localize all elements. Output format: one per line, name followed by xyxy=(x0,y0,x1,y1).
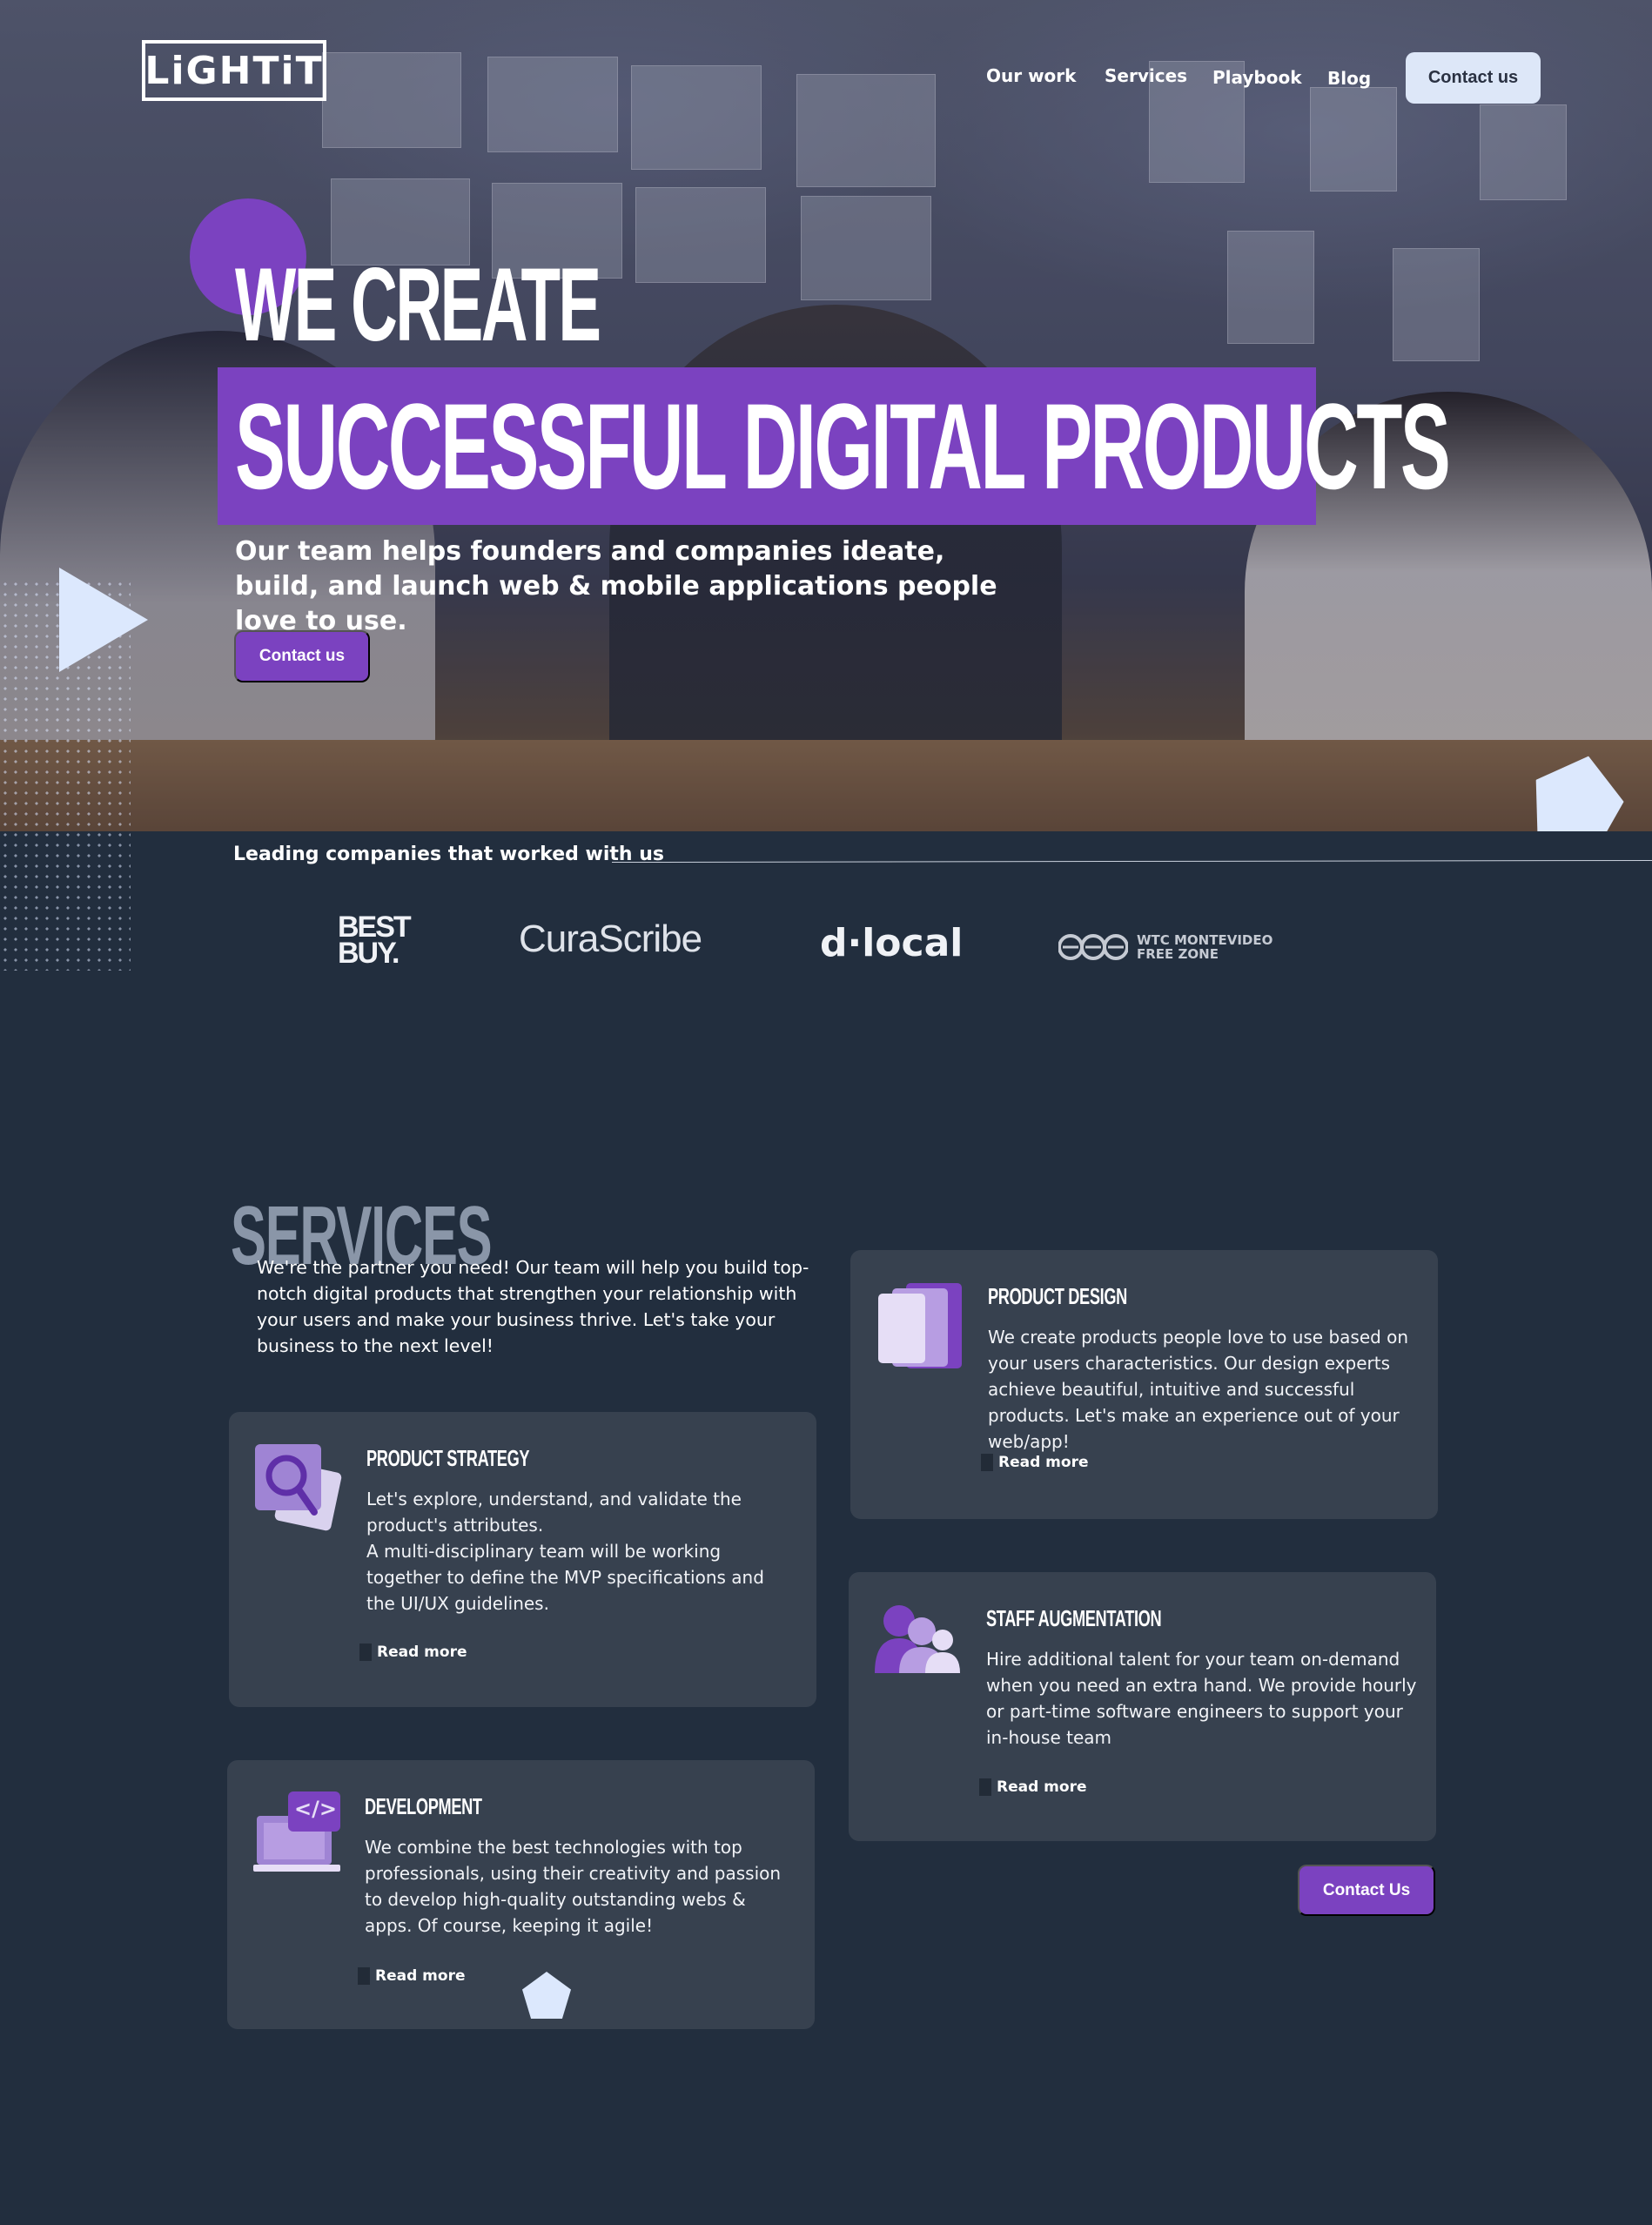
card-title: PRODUCT DESIGN xyxy=(988,1283,1127,1309)
wtc-globe-icon xyxy=(1058,934,1128,960)
services-contact-button[interactable]: Contact Us xyxy=(1298,1865,1435,1916)
magnifier-icon xyxy=(255,1444,342,1535)
service-card-development: </> DEVELOPMENT We combine the best tech… xyxy=(227,1760,815,2029)
wtc-line1: WTC MONTEVIDEO xyxy=(1137,932,1273,948)
bestbuy-line2: BUY. xyxy=(338,937,400,970)
people-group-icon xyxy=(875,1603,962,1694)
partners-divider xyxy=(612,859,1652,864)
card-title: STAFF AUGMENTATION xyxy=(986,1605,1162,1631)
nav-blog[interactable]: Blog xyxy=(1327,68,1371,89)
logo-text: LiGHTiT xyxy=(144,48,324,93)
service-card-staff-augmentation: STAFF AUGMENTATION Hire additional talen… xyxy=(849,1572,1436,1841)
partners-label: Leading companies that worked with us xyxy=(233,844,665,865)
card-text: Hire additional talent for your team on-… xyxy=(986,1649,1417,1748)
bestbuy-logo: BEST BUY. xyxy=(338,912,412,970)
service-card-product-design: PRODUCT DESIGN We create products people… xyxy=(850,1250,1438,1519)
header-contact-button[interactable]: Contact us xyxy=(1406,52,1541,104)
lightit-logo[interactable]: LiGHTiT xyxy=(142,40,326,101)
nav-playbook[interactable]: Playbook xyxy=(1212,67,1302,88)
hero-section: LiGHTiT Our work Services Playbook Blog … xyxy=(0,0,1652,831)
card-text: We create products people love to use ba… xyxy=(988,1327,1409,1452)
hero-subtitle: Our team helps founders and companies id… xyxy=(235,536,997,636)
read-more-link[interactable]: Read more xyxy=(358,1967,466,1985)
card-title: DEVELOPMENT xyxy=(365,1793,482,1819)
laptop-code-icon: </> xyxy=(253,1791,340,1882)
read-more-link[interactable]: Read more xyxy=(981,1454,1089,1471)
wtc-montevideo-logo: WTC MONTEVIDEO FREE ZONE xyxy=(1058,930,1273,965)
dlocal-logo: d·local xyxy=(820,921,964,965)
card-title: PRODUCT STRATEGY xyxy=(366,1445,530,1471)
read-more-link[interactable]: Read more xyxy=(979,1778,1087,1796)
wtc-text: WTC MONTEVIDEO FREE ZONE xyxy=(1137,933,1273,961)
code-glyph: </> xyxy=(294,1797,337,1821)
services-intro: We're the partner you need! Our team wil… xyxy=(257,1257,809,1356)
play-triangle-decoration xyxy=(59,568,148,672)
stacked-pages-icon xyxy=(876,1283,964,1374)
nav-services[interactable]: Services xyxy=(1105,65,1187,86)
nav-our-work[interactable]: Our work xyxy=(986,65,1076,86)
wtc-line2: FREE ZONE xyxy=(1137,946,1219,962)
read-more-link[interactable]: Read more xyxy=(359,1644,467,1661)
hero-headline-line2: SUCCESSFUL DIGITAL PRODUCTS xyxy=(235,378,1451,514)
hero-headline-line1: WE CREATE xyxy=(235,246,601,363)
curascribe-logo: CuraScribe xyxy=(519,918,702,960)
service-card-product-strategy: PRODUCT STRATEGY Let's explore, understa… xyxy=(229,1412,816,1707)
card-text: We combine the best technologies with to… xyxy=(365,1837,782,1936)
hero-contact-button[interactable]: Contact us xyxy=(234,630,370,682)
card-text: Let's explore, understand, and validate … xyxy=(366,1489,764,1614)
